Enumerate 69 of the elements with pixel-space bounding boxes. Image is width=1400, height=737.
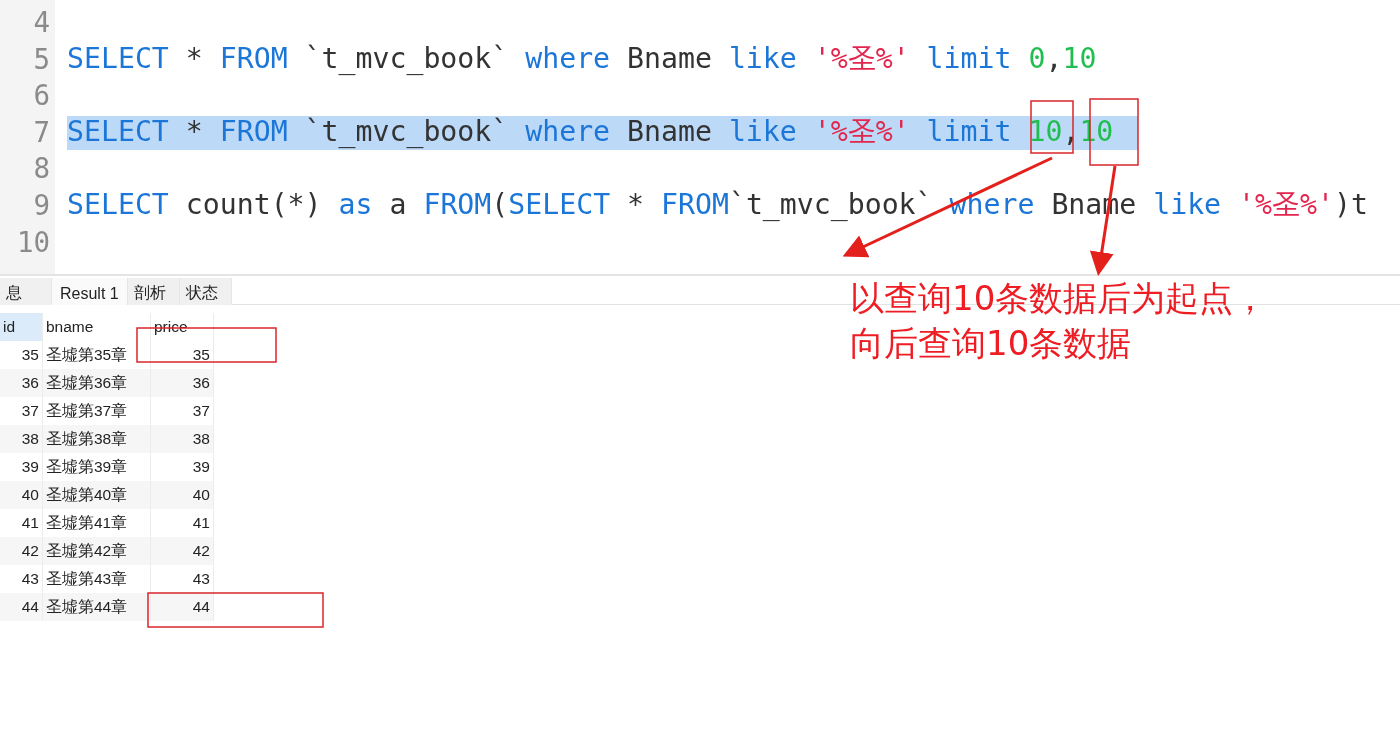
line-number: 7 xyxy=(33,115,50,148)
code-token: SELECT xyxy=(67,41,169,75)
code-token: `t_mvc_book` xyxy=(303,41,510,75)
line-number: 10 xyxy=(16,225,50,258)
code-token: a xyxy=(388,187,408,221)
code-token: * xyxy=(626,187,646,221)
result-tab[interactable]: 剖析 xyxy=(127,278,180,305)
table-cell: 43 xyxy=(150,565,214,593)
table-cell: 44 xyxy=(0,593,43,621)
table-cell: 圣墟第40章 xyxy=(42,481,151,509)
table-cell: 40 xyxy=(0,481,43,509)
table-cell: 44 xyxy=(150,593,214,621)
line-number: 5 xyxy=(33,42,50,75)
table-cell: 36 xyxy=(0,369,43,397)
code-token: , xyxy=(1045,41,1063,75)
code-token: where xyxy=(949,187,1035,221)
annotation-text: 以查询10条数据后为起点， xyxy=(850,277,1268,320)
code-token: SELECT xyxy=(67,114,169,148)
result-tab[interactable]: 状态 xyxy=(179,278,232,305)
code-token: * xyxy=(184,41,204,75)
column-header[interactable]: id xyxy=(0,313,43,341)
code-token: 10 xyxy=(1028,114,1063,148)
code-token: * xyxy=(184,114,204,148)
table-cell: 38 xyxy=(150,425,214,453)
table-cell: 38 xyxy=(0,425,43,453)
annotation-text: 向后查询10条数据 xyxy=(850,322,1133,365)
code-token: as xyxy=(338,187,373,221)
code-token: like xyxy=(1153,187,1223,221)
code-token: )t xyxy=(1333,187,1368,221)
code-token: 0 xyxy=(1028,41,1046,75)
code-token: SELECT xyxy=(67,187,169,221)
code-token: 10 xyxy=(1062,41,1097,75)
code-token: limit xyxy=(926,114,1013,148)
code-token: Bname xyxy=(626,114,713,148)
table-cell: 圣墟第38章 xyxy=(42,425,151,453)
code-token: count(*) xyxy=(184,187,323,221)
line-number: 4 xyxy=(33,6,50,38)
table-cell: 42 xyxy=(0,537,43,565)
result-tab[interactable]: Result 1 xyxy=(52,278,128,305)
table-cell: 40 xyxy=(150,481,214,509)
table-cell: 36 xyxy=(150,369,214,397)
code-token: SELECT xyxy=(508,187,611,221)
highlight-frame xyxy=(1030,100,1074,154)
line-number: 9 xyxy=(33,188,50,221)
code-token: `t_mvc_book` xyxy=(303,114,510,148)
code-token: FROM xyxy=(661,187,729,221)
result-tab[interactable]: 息 xyxy=(0,278,52,305)
code-token: `t_mvc_book` xyxy=(728,187,934,221)
code-token: FROM xyxy=(219,114,288,148)
code-token: limit xyxy=(926,41,1013,75)
line-number: 6 xyxy=(33,79,50,112)
code-token: like xyxy=(728,41,798,75)
line-number: 8 xyxy=(33,152,50,185)
code-token: '%圣%' xyxy=(813,41,911,75)
code-token: ( xyxy=(491,187,509,221)
table-cell: 圣墟第42章 xyxy=(42,537,151,565)
column-header[interactable]: bname xyxy=(42,313,151,341)
code-token: , xyxy=(1062,114,1080,148)
table-cell: 圣墟第36章 xyxy=(42,369,151,397)
code-token: '%圣%' xyxy=(813,114,911,148)
code-token: FROM xyxy=(423,187,492,221)
code-token: FROM xyxy=(219,41,288,75)
code-token: '%圣%' xyxy=(1238,187,1334,221)
code-token: like xyxy=(728,114,798,148)
code-token: Bname xyxy=(626,41,713,75)
table-cell: 42 xyxy=(150,537,214,565)
code-token: where xyxy=(525,114,611,148)
code-token: where xyxy=(525,41,611,75)
table-cell: 圣墟第44章 xyxy=(42,593,151,621)
